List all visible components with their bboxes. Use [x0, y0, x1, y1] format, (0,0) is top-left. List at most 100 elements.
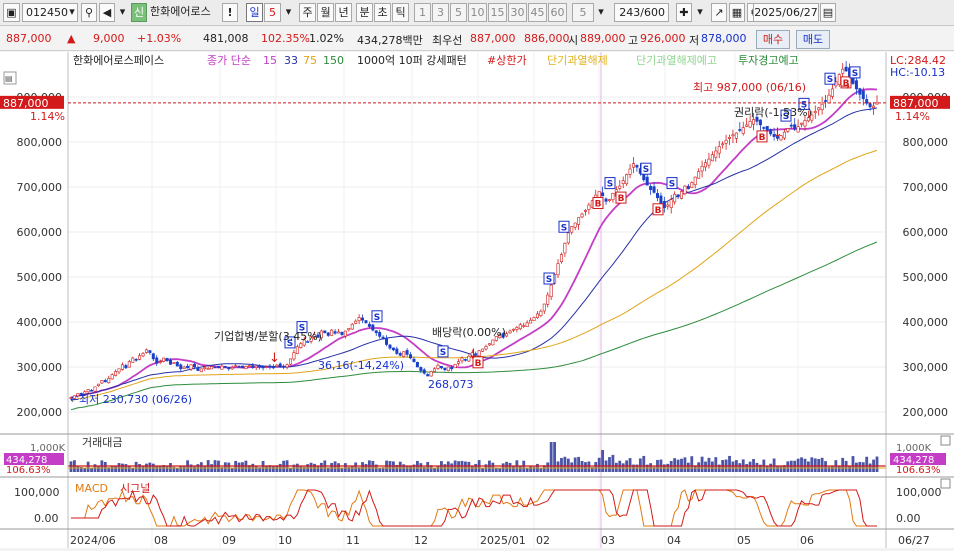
candle-body	[529, 319, 533, 324]
chevron-down-icon[interactable]: ▾	[282, 3, 295, 22]
candle-body	[577, 217, 581, 225]
candle-body	[625, 174, 629, 185]
calendar-icon[interactable]: ▤	[820, 3, 836, 22]
volume-bar	[570, 462, 574, 472]
tab-year[interactable]: 년	[335, 3, 352, 22]
minute-option[interactable]: 10	[468, 3, 487, 22]
rights-annotation: 권리락(-1.53%)	[734, 106, 812, 119]
y-tick-label: 500,000	[903, 271, 949, 284]
tab-tick[interactable]: 틱	[392, 3, 409, 22]
layout-icon[interactable]: ▦	[729, 3, 745, 22]
candle-body	[738, 129, 742, 131]
candle-body	[645, 176, 649, 186]
chevron-down-icon[interactable]: ▾	[595, 3, 607, 22]
candle-body	[607, 199, 611, 202]
candle-body	[402, 351, 406, 357]
candle-body	[93, 386, 97, 392]
candle-body	[357, 317, 361, 321]
stock-chart[interactable]: SSSSBSSBSBSBSBSSS BS 200,000300,000400,00…	[0, 52, 954, 548]
y-tick-label: 600,000	[903, 226, 949, 239]
candle-body	[824, 100, 828, 102]
minute-option[interactable]: 3	[432, 3, 449, 22]
sell-button[interactable]: 매도	[796, 30, 830, 49]
menu-icon[interactable]: ▣	[3, 3, 20, 22]
stock-name[interactable]: 한화에어로스	[148, 3, 220, 22]
buy-button[interactable]: 매수	[756, 30, 790, 49]
candle-body	[652, 186, 656, 193]
tab-minute[interactable]: 분	[356, 3, 373, 22]
dividend-annotation: 배당락(0.00%)	[432, 326, 506, 339]
minute-option[interactable]: 30	[508, 3, 527, 22]
chevron-down-icon[interactable]: ▾	[117, 3, 128, 22]
signal-letter: B	[595, 200, 602, 210]
minute-option[interactable]: 45	[528, 3, 547, 22]
x-tick-label: 2024/06	[70, 534, 116, 547]
candle-body	[666, 204, 670, 207]
trade-amount: 434,278백만	[357, 34, 423, 47]
chevron-down-icon[interactable]: ▾	[66, 3, 78, 22]
date-input[interactable]: 2025/06/27	[753, 3, 819, 22]
volume-bar	[254, 466, 258, 472]
candle-body	[378, 332, 382, 337]
candle-body	[172, 362, 176, 364]
candle-body	[463, 359, 467, 361]
volume-bar	[193, 466, 196, 472]
legend-warning: 투자경고예고	[738, 54, 799, 67]
volume-bar	[392, 461, 395, 472]
candle-body	[508, 330, 512, 334]
candle-body	[487, 343, 491, 346]
volume-bar	[680, 458, 683, 472]
minute-option[interactable]: 60	[548, 3, 567, 22]
candle-body	[90, 389, 94, 392]
alert-button[interactable]: !	[222, 3, 238, 22]
candle-body	[556, 263, 560, 276]
volume-bar	[875, 456, 879, 472]
tab-second[interactable]: 초	[374, 3, 391, 22]
drawing-tool-icon[interactable]: ↗	[711, 3, 727, 22]
x-tick-label: 03	[601, 534, 615, 547]
tab-period-count[interactable]: 5	[264, 3, 281, 22]
candle-body	[261, 366, 265, 369]
low-price: 878,000	[701, 32, 747, 45]
candle-body	[861, 90, 865, 100]
price-change: 9,000	[93, 32, 125, 45]
speaker-icon[interactable]: ◀	[99, 3, 115, 22]
minute-option[interactable]: 5	[450, 3, 467, 22]
volume-bar	[237, 462, 241, 472]
candle-body	[817, 107, 821, 111]
volume-bar	[704, 461, 707, 472]
minute-option[interactable]: 15	[488, 3, 507, 22]
chart-area[interactable]: SSSSBSSBSBSBSBSSSBS 200,000 300,000 400,00…	[0, 52, 954, 548]
macd-axis-left-top: 100,000	[14, 486, 60, 499]
chevron-down-icon[interactable]: ▾	[694, 3, 706, 22]
tab-month[interactable]: 월	[317, 3, 334, 22]
volume-bar	[841, 457, 845, 472]
candle-body	[419, 367, 423, 371]
candle-body	[151, 353, 155, 360]
current-price-left: 887,000	[3, 97, 49, 110]
candle-body	[532, 317, 536, 321]
candle-body	[618, 185, 622, 189]
search-icon[interactable]: ⚲	[81, 3, 97, 22]
volume-bar	[398, 461, 402, 472]
tab-week[interactable]: 주	[299, 3, 316, 22]
volume-bar	[710, 461, 714, 472]
crosshair-icon[interactable]: ✚	[676, 3, 692, 22]
bid-price: 886,000	[524, 32, 570, 45]
volume-bar	[597, 457, 601, 472]
volume-bar	[409, 466, 412, 472]
candle-body	[491, 339, 495, 346]
interval-input[interactable]: 5	[572, 3, 594, 22]
tab-day[interactable]: 일	[246, 3, 263, 22]
up-triangle-icon: ▲	[67, 32, 76, 45]
volume-bar	[611, 454, 615, 472]
volume-bar	[837, 465, 841, 472]
candle-body	[210, 366, 214, 370]
minute-option[interactable]: 1	[414, 3, 431, 22]
count-input[interactable]: 243/600	[614, 3, 669, 22]
candle-body	[758, 119, 762, 126]
candle-body	[436, 364, 440, 369]
signal-letter: S	[546, 275, 552, 285]
candle-body	[168, 359, 172, 365]
candle-body	[110, 374, 114, 380]
